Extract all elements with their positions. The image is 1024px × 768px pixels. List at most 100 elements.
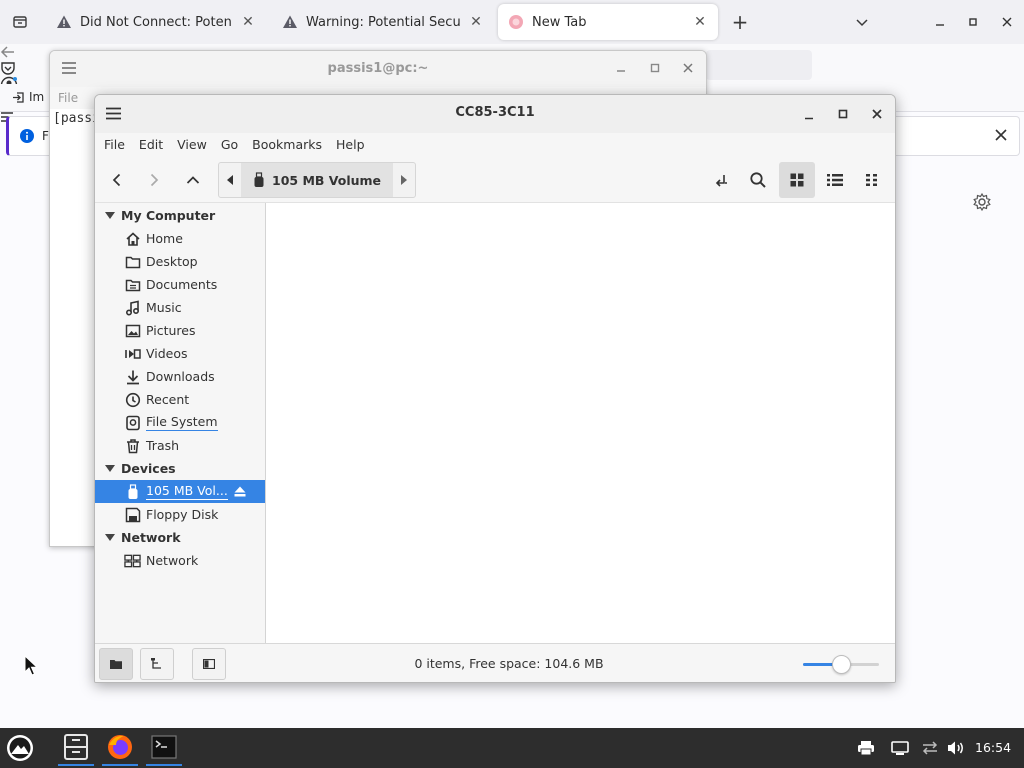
sidebar-item-file-system[interactable]: File System — [95, 411, 265, 434]
taskbar-file-manager[interactable] — [58, 730, 94, 766]
menu-view[interactable]: View — [170, 133, 214, 157]
menu-file[interactable]: File — [58, 91, 78, 105]
sidebar-item-usb-volume[interactable]: 105 MB Vol... — [95, 480, 265, 503]
folder-icon — [124, 253, 141, 270]
video-icon — [124, 345, 141, 362]
network-transfer-icon[interactable] — [920, 738, 940, 758]
import-icon — [12, 91, 25, 104]
picture-icon — [124, 322, 141, 339]
menu-bookmarks[interactable]: Bookmarks — [245, 133, 329, 157]
zoom-slider[interactable] — [803, 655, 879, 674]
close-icon[interactable]: ✕ — [240, 14, 256, 30]
info-icon — [19, 128, 35, 144]
maximize-icon[interactable] — [961, 10, 985, 34]
search-button[interactable] — [740, 162, 776, 198]
network-icon — [124, 552, 141, 569]
sidebar-item-pictures[interactable]: Pictures — [95, 319, 265, 342]
zoom-slider-handle[interactable] — [831, 655, 851, 674]
new-tab-button[interactable]: + — [728, 10, 752, 34]
usb-icon — [124, 483, 141, 500]
sidebar-item-label: Videos — [146, 346, 188, 361]
sidebar-item-network[interactable]: Network — [95, 549, 265, 572]
sidebar-item-desktop[interactable]: Desktop — [95, 250, 265, 273]
up-button[interactable] — [175, 162, 211, 198]
sidebar-item-home[interactable]: Home — [95, 227, 265, 250]
volume-icon[interactable] — [947, 738, 967, 758]
menu-help[interactable]: Help — [329, 133, 372, 157]
taskbar-terminal[interactable] — [146, 730, 182, 766]
sidebar-item-recent[interactable]: Recent — [95, 388, 265, 411]
icon-view-button[interactable] — [779, 162, 815, 198]
sidebar-item-videos[interactable]: Videos — [95, 342, 265, 365]
maximize-icon[interactable] — [650, 63, 660, 73]
gear-icon[interactable] — [972, 192, 992, 212]
back-button[interactable] — [99, 162, 135, 198]
menu-file[interactable]: File — [97, 133, 132, 157]
url-bar[interactable] — [706, 50, 812, 80]
sidebar-section-my-computer[interactable]: My Computer — [95, 204, 265, 227]
expander-down-icon[interactable] — [95, 464, 121, 473]
list-all-tabs-icon[interactable] — [8, 10, 32, 34]
disk-icon — [124, 414, 141, 431]
mouse-cursor-icon — [24, 655, 38, 677]
sidebar-item-label: Desktop — [146, 254, 198, 269]
expander-down-icon[interactable] — [95, 211, 121, 220]
sidebar-item-label: Trash — [146, 438, 180, 453]
chevron-down-icon[interactable] — [850, 10, 874, 34]
sidebar-item-downloads[interactable]: Downloads — [95, 365, 265, 388]
printer-icon[interactable] — [856, 738, 876, 758]
close-icon[interactable] — [995, 10, 1019, 34]
menubar: File Edit View Go Bookmarks Help — [95, 133, 895, 157]
trash-icon — [124, 437, 141, 454]
sidebar-item-trash[interactable]: Trash — [95, 434, 265, 457]
bookmark-item[interactable]: Im — [29, 90, 44, 104]
window-titlebar: CC85-3C11 — [95, 95, 895, 133]
compact-view-button[interactable] — [855, 162, 891, 198]
section-header: My Computer — [121, 208, 216, 223]
browser-tab-active[interactable]: New Tab ✕ — [498, 4, 718, 40]
minimize-icon[interactable] — [798, 104, 820, 126]
clock[interactable]: 16:54 — [975, 740, 1011, 755]
menu-edit[interactable]: Edit — [132, 133, 170, 157]
browser-tab[interactable]: Warning: Potential Security R ✕ — [272, 4, 494, 40]
taskbar-firefox[interactable] — [102, 730, 138, 766]
close-icon[interactable] — [993, 127, 1009, 143]
minimize-icon[interactable] — [616, 63, 626, 73]
eject-icon[interactable] — [233, 485, 247, 499]
expander-down-icon[interactable] — [95, 533, 121, 542]
terminal-title: passis1@pc:~ — [327, 61, 429, 76]
floppy-icon — [124, 506, 141, 523]
minimize-icon[interactable] — [928, 10, 952, 34]
breadcrumb-right-arrow[interactable] — [393, 163, 415, 197]
sidebar-section-network[interactable]: Network — [95, 526, 265, 549]
close-icon[interactable] — [866, 103, 888, 125]
maximize-icon[interactable] — [832, 103, 854, 125]
file-manager-window: CC85-3C11 File Edit View Go Bookmarks He… — [94, 94, 896, 683]
display-icon[interactable] — [890, 738, 910, 758]
tab-title: Did Not Connect: Potential Se — [80, 14, 232, 30]
sidebar-section-devices[interactable]: Devices — [95, 457, 265, 480]
close-icon[interactable]: ✕ — [692, 14, 708, 30]
sidebar-item-documents[interactable]: Documents — [95, 273, 265, 296]
list-view-button[interactable] — [817, 162, 853, 198]
app-menu-button[interactable] — [2, 730, 38, 766]
toolbar: 105 MB Volume — [95, 157, 895, 203]
file-view-area[interactable] — [266, 203, 895, 643]
terminal-titlebar: passis1@pc:~ — [50, 51, 706, 87]
places-sidebar: My Computer Home Desktop Documents Music… — [95, 203, 266, 643]
browser-tab[interactable]: Did Not Connect: Potential Se ✕ — [46, 4, 266, 40]
firefox-icon — [508, 14, 524, 30]
breadcrumb-left-arrow[interactable] — [219, 163, 241, 197]
close-icon[interactable]: ✕ — [468, 14, 484, 30]
close-icon[interactable] — [683, 63, 693, 73]
sidebar-item-music[interactable]: Music — [95, 296, 265, 319]
menu-go[interactable]: Go — [214, 133, 245, 157]
warning-icon — [282, 14, 298, 30]
forward-button[interactable] — [136, 162, 172, 198]
sidebar-item-label: Home — [146, 231, 183, 246]
toggle-location-entry-button[interactable] — [703, 162, 739, 198]
breadcrumb-segment[interactable]: 105 MB Volume — [241, 163, 394, 197]
warning-icon — [56, 14, 72, 30]
sidebar-item-floppy[interactable]: Floppy Disk — [95, 503, 265, 526]
taskbar: 16:54 — [0, 728, 1024, 768]
